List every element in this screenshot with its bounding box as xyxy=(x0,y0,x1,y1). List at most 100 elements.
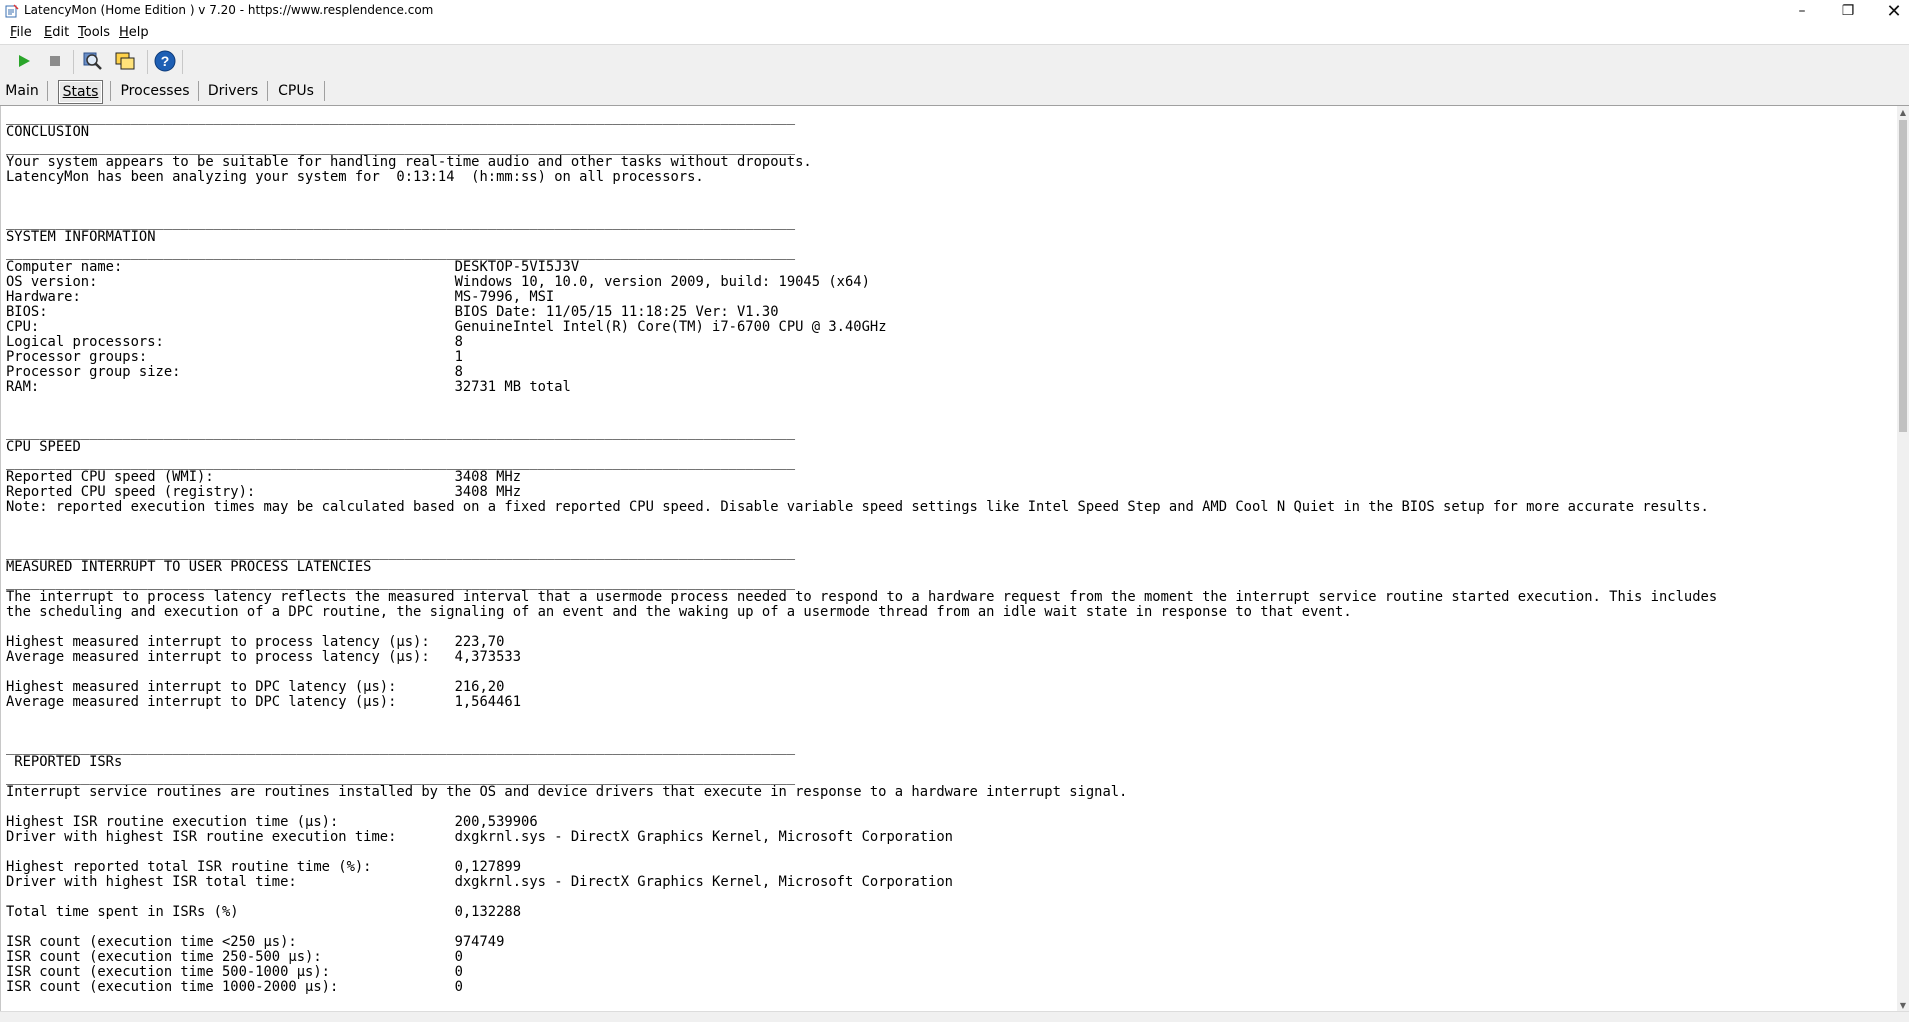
row-label: CPU: xyxy=(6,319,455,335)
row-value: 1 xyxy=(454,349,463,365)
row-label: Hardware: xyxy=(6,289,455,305)
report-row: Average measured interrupt to DPC latenc… xyxy=(6,694,521,710)
row-label: Average measured interrupt to DPC latenc… xyxy=(6,694,455,710)
row-value: 4,373533 xyxy=(454,649,522,665)
row-label: ISR count (execution time 500-1000 µs): xyxy=(6,964,455,980)
isr-count-rows: ISR count (execution time <250 µs): 9747… xyxy=(6,934,504,995)
row-label: Average measured interrupt to process la… xyxy=(6,649,455,665)
row-label: Highest measured interrupt to DPC latenc… xyxy=(6,679,455,695)
windows-icon xyxy=(115,52,135,70)
row-label: RAM: xyxy=(6,379,455,395)
row-label: ISR count (execution time <250 µs): xyxy=(6,934,455,950)
driver-search-icon xyxy=(83,52,102,70)
row-label: Processor groups: xyxy=(6,349,455,365)
close-icon: ✕ xyxy=(1886,0,1902,22)
isr-total-rows: Highest reported total ISR routine time … xyxy=(6,859,953,890)
report-row: Driver with highest ISR total time: dxgk… xyxy=(6,874,953,890)
help-button[interactable]: ? xyxy=(153,50,177,72)
separator-rule: ________________________________________… xyxy=(6,574,796,590)
row-label: Reported CPU speed (registry): xyxy=(6,484,455,500)
row-value: DESKTOP-5VI5J3V xyxy=(454,259,580,275)
menu-edit[interactable]: Edit xyxy=(44,25,69,40)
stop-button[interactable] xyxy=(43,50,67,72)
vertical-scrollbar[interactable]: ▲ ▼ xyxy=(1897,106,1909,1011)
separator-rule: ________________________________________… xyxy=(6,109,796,125)
row-value: 32731 MB total xyxy=(454,379,571,395)
report-row: CPU: GenuineIntel Intel(R) Core(TM) i7-6… xyxy=(6,319,887,335)
section-heading-latencies: MEASURED INTERRUPT TO USER PROCESS LATEN… xyxy=(6,559,372,575)
tab-cpus[interactable]: CPUs xyxy=(273,80,319,102)
report-row: OS version: Windows 10, 10.0, version 20… xyxy=(6,274,870,290)
row-label: ISR count (execution time 250-500 µs): xyxy=(6,949,455,965)
isr-description: Interrupt service routines are routines … xyxy=(6,784,1128,800)
restore-button[interactable]: ❐ xyxy=(1825,0,1871,22)
report-row: Highest ISR routine execution time (µs):… xyxy=(6,814,538,830)
tab-drivers[interactable]: Drivers xyxy=(204,80,262,102)
play-icon xyxy=(19,55,30,67)
tab-divider xyxy=(198,81,199,101)
report-row: Logical processors: 8 xyxy=(6,334,463,350)
row-value: dxgkrnl.sys - DirectX Graphics Kernel, M… xyxy=(454,874,953,890)
row-value: Windows 10, 10.0, version 2009, build: 1… xyxy=(454,274,870,290)
row-label: Total time spent in ISRs (%) xyxy=(6,904,455,920)
start-button[interactable] xyxy=(12,50,36,72)
dpc-latency-rows: Highest measured interrupt to DPC latenc… xyxy=(6,679,521,710)
row-value: 3408 MHz xyxy=(454,469,522,485)
separator-rule: ________________________________________… xyxy=(6,214,796,230)
tab-divider xyxy=(110,81,111,101)
row-value: 223,70 xyxy=(454,634,505,650)
title-bar: LatencyMon (Home Edition ) v 7.20 - http… xyxy=(0,0,1909,22)
row-value: BIOS Date: 11/05/15 11:18:25 Ver: V1.30 xyxy=(454,304,779,320)
row-label: Driver with highest ISR routine executio… xyxy=(6,829,455,845)
scrollbar-thumb[interactable] xyxy=(1899,120,1907,432)
stats-report-panel[interactable]: ________________________________________… xyxy=(0,106,1898,1011)
separator-rule: ________________________________________… xyxy=(6,544,796,560)
row-value: 3408 MHz xyxy=(454,484,522,500)
row-value: GenuineIntel Intel(R) Core(TM) i7-6700 C… xyxy=(454,319,887,335)
menu-tools[interactable]: Tools xyxy=(78,25,110,40)
tab-divider xyxy=(47,81,48,101)
section-heading-reported-isrs: REPORTED ISRs xyxy=(6,754,123,770)
report-row: ISR count (execution time <250 µs): 9747… xyxy=(6,934,504,950)
toolbar-separator xyxy=(182,50,183,74)
windows-button[interactable] xyxy=(113,50,137,72)
latency-description: The interrupt to process latency reflect… xyxy=(6,589,1718,605)
stats-report: ________________________________________… xyxy=(6,110,1717,995)
tab-divider xyxy=(267,81,268,101)
status-bar xyxy=(0,1011,1909,1022)
separator-rule: ________________________________________… xyxy=(6,769,796,785)
window-title: LatencyMon (Home Edition ) v 7.20 - http… xyxy=(24,3,434,17)
tab-stats[interactable]: Stats xyxy=(58,80,103,104)
svg-text:?: ? xyxy=(161,53,170,69)
row-label: Computer name: xyxy=(6,259,455,275)
row-label: Processor group size: xyxy=(6,364,455,380)
row-value: 0,127899 xyxy=(454,859,522,875)
minimize-button[interactable]: – xyxy=(1779,0,1825,22)
tab-main[interactable]: Main xyxy=(4,80,40,102)
conclusion-line: Your system appears to be suitable for h… xyxy=(6,154,812,170)
report-row: Total time spent in ISRs (%) 0,132288 xyxy=(6,904,521,920)
report-row: Average measured interrupt to process la… xyxy=(6,649,521,665)
latency-description: the scheduling and execution of a DPC ro… xyxy=(6,604,1352,620)
tab-bar: Main Stats Processes Drivers CPUs xyxy=(0,77,1909,106)
toolbar-separator xyxy=(73,50,74,74)
report-row: Hardware: MS-7996, MSI xyxy=(6,289,554,305)
report-row: Highest measured interrupt to process la… xyxy=(6,634,504,650)
toolbar-separator xyxy=(147,50,148,74)
scroll-down-arrow-icon[interactable]: ▼ xyxy=(1897,999,1909,1011)
report-row: ISR count (execution time 500-1000 µs): … xyxy=(6,964,463,980)
separator-rule: ________________________________________… xyxy=(6,454,796,470)
menu-help[interactable]: Help xyxy=(119,25,149,40)
row-label: OS version: xyxy=(6,274,455,290)
row-value: 0,132288 xyxy=(454,904,522,920)
row-value: 216,20 xyxy=(454,679,505,695)
report-row: RAM: 32731 MB total xyxy=(6,379,571,395)
row-label: Reported CPU speed (WMI): xyxy=(6,469,455,485)
restore-icon: ❐ xyxy=(1841,3,1855,19)
scroll-up-arrow-icon[interactable]: ▲ xyxy=(1897,106,1909,118)
tab-processes[interactable]: Processes xyxy=(118,80,192,102)
section-heading-conclusion: CONCLUSION xyxy=(6,124,90,140)
menu-file[interactable]: File xyxy=(10,25,32,40)
close-button[interactable]: ✕ xyxy=(1871,0,1909,22)
driver-search-button[interactable] xyxy=(80,50,104,72)
